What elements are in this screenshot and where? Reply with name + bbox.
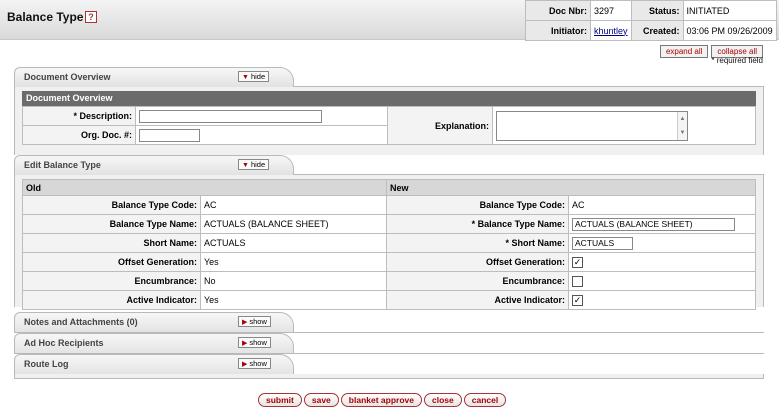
document-overview-tab: Document Overview ▼ hide Document Overvie… bbox=[14, 67, 764, 155]
old-balance-type-name-label: Balance Type Name: bbox=[22, 214, 201, 234]
new-balance-type-code-label: Balance Type Code: bbox=[386, 195, 569, 215]
blanket-approve-button[interactable]: blanket approve bbox=[340, 393, 422, 407]
triangle-right-icon: ▶ bbox=[242, 340, 248, 347]
doc-nbr-label: Doc Nbr: bbox=[525, 0, 591, 21]
triangle-right-icon: ▶ bbox=[242, 361, 248, 368]
new-encumbrance-label: Encumbrance: bbox=[386, 271, 569, 291]
created-label: Created: bbox=[630, 20, 684, 41]
table-row: Balance Type Code: AC Balance Type Code:… bbox=[22, 195, 756, 215]
old-encumbrance-value: No bbox=[200, 271, 387, 291]
table-row: Balance Type Name: ACTUALS (BALANCE SHEE… bbox=[22, 214, 756, 234]
new-active-indicator-label: Active Indicator: bbox=[386, 290, 569, 310]
edit-balance-type-tab-title: Edit Balance Type bbox=[24, 160, 101, 170]
required-field-note: * required field bbox=[711, 56, 763, 65]
textarea-scrollbar[interactable]: ▲ ▼ bbox=[677, 111, 687, 140]
cancel-button[interactable]: cancel bbox=[463, 393, 507, 407]
help-icon[interactable]: ? bbox=[85, 11, 97, 23]
edit-balance-type-tab: Edit Balance Type ▼ hide Old New Balance … bbox=[14, 155, 764, 310]
old-offset-generation-label: Offset Generation: bbox=[22, 252, 201, 272]
triangle-down-icon: ▼ bbox=[242, 162, 249, 169]
route-log-tab: Route Log ▶ show bbox=[14, 354, 764, 379]
old-balance-type-name-value: ACTUALS (BALANCE SHEET) bbox=[200, 214, 387, 234]
offset-generation-checkbox[interactable]: ✓ bbox=[572, 256, 583, 268]
notes-attachments-tab-title: Notes and Attachments (0) bbox=[24, 317, 138, 327]
ad-hoc-recipients-tab-title: Ad Hoc Recipients bbox=[24, 338, 104, 348]
org-doc-label: Org. Doc. #: bbox=[22, 125, 136, 145]
save-button[interactable]: save bbox=[303, 393, 339, 407]
balance-type-edit-table: Old New Balance Type Code: AC Balance Ty… bbox=[22, 179, 756, 310]
new-balance-type-code-value: AC bbox=[568, 195, 756, 215]
new-offset-generation-label: Offset Generation: bbox=[386, 252, 569, 272]
old-balance-type-code-label: Balance Type Code: bbox=[22, 195, 201, 215]
edit-balance-type-hide-button[interactable]: ▼ hide bbox=[238, 159, 270, 170]
new-column-header: New bbox=[386, 179, 756, 196]
org-doc-input[interactable] bbox=[139, 128, 200, 142]
document-header-table: Doc Nbr: 3297 Status: INITIATED Initiato… bbox=[525, 0, 777, 41]
new-short-name-label: * Short Name: bbox=[386, 233, 569, 253]
table-row: Short Name: ACTUALS * Short Name: bbox=[22, 233, 756, 253]
encumbrance-checkbox[interactable] bbox=[572, 275, 583, 287]
explanation-textarea[interactable]: ▲ ▼ bbox=[496, 110, 688, 141]
triangle-right-icon: ▶ bbox=[242, 319, 248, 326]
status-label: Status: bbox=[630, 0, 684, 21]
document-overview-table: * Description: Explanation: ▲ ▼ Org. Doc.… bbox=[22, 106, 756, 145]
description-label: * Description: bbox=[22, 106, 136, 126]
new-balance-type-name-label: * Balance Type Name: bbox=[386, 214, 569, 234]
route-log-show-button[interactable]: ▶ show bbox=[238, 358, 271, 369]
page-title: Balance Type bbox=[7, 10, 84, 24]
triangle-down-icon: ▼ bbox=[242, 74, 249, 81]
action-buttons: submit save blanket approve close cancel bbox=[258, 393, 507, 407]
table-row: Offset Generation: Yes Offset Generation… bbox=[22, 252, 756, 272]
old-column-header: Old bbox=[22, 179, 387, 196]
short-name-input[interactable] bbox=[572, 236, 633, 250]
doc-nbr-value: 3297 bbox=[590, 0, 632, 21]
table-row: Active Indicator: Yes Active Indicator: … bbox=[22, 290, 756, 310]
document-overview-section-header: Document Overview bbox=[22, 91, 756, 106]
old-active-indicator-value: Yes bbox=[200, 290, 387, 310]
old-short-name-label: Short Name: bbox=[22, 233, 201, 253]
created-value: 03:06 PM 09/26/2009 bbox=[682, 20, 777, 41]
notes-attachments-tab: Notes and Attachments (0) ▶ show bbox=[14, 312, 764, 333]
old-balance-type-code-value: AC bbox=[200, 195, 387, 215]
expand-all-button[interactable]: expand all bbox=[659, 45, 709, 58]
old-active-indicator-label: Active Indicator: bbox=[22, 290, 201, 310]
notes-attachments-show-button[interactable]: ▶ show bbox=[238, 316, 271, 327]
table-row: Encumbrance: No Encumbrance: bbox=[22, 271, 756, 291]
old-offset-generation-value: Yes bbox=[200, 252, 387, 272]
close-button[interactable]: close bbox=[423, 393, 462, 407]
status-value: INITIATED bbox=[682, 0, 777, 21]
old-encumbrance-label: Encumbrance: bbox=[22, 271, 201, 291]
route-log-tab-title: Route Log bbox=[24, 359, 69, 369]
document-overview-tab-title: Document Overview bbox=[24, 72, 111, 82]
document-overview-hide-button[interactable]: ▼ hide bbox=[238, 71, 270, 82]
old-short-name-value: ACTUALS bbox=[200, 233, 387, 253]
initiator-label: Initiator: bbox=[525, 20, 591, 41]
explanation-label: Explanation: bbox=[387, 106, 493, 145]
ad-hoc-recipients-show-button[interactable]: ▶ show bbox=[238, 337, 271, 348]
balance-type-name-input[interactable] bbox=[572, 217, 735, 231]
ad-hoc-recipients-tab: Ad Hoc Recipients ▶ show bbox=[14, 333, 764, 354]
description-input[interactable] bbox=[139, 109, 322, 123]
submit-button[interactable]: submit bbox=[258, 393, 302, 407]
initiator-link[interactable]: khuntley bbox=[590, 20, 632, 41]
active-indicator-checkbox[interactable]: ✓ bbox=[572, 294, 583, 306]
page-header: Balance Type ? Doc Nbr: 3297 Status: INI… bbox=[0, 0, 779, 41]
